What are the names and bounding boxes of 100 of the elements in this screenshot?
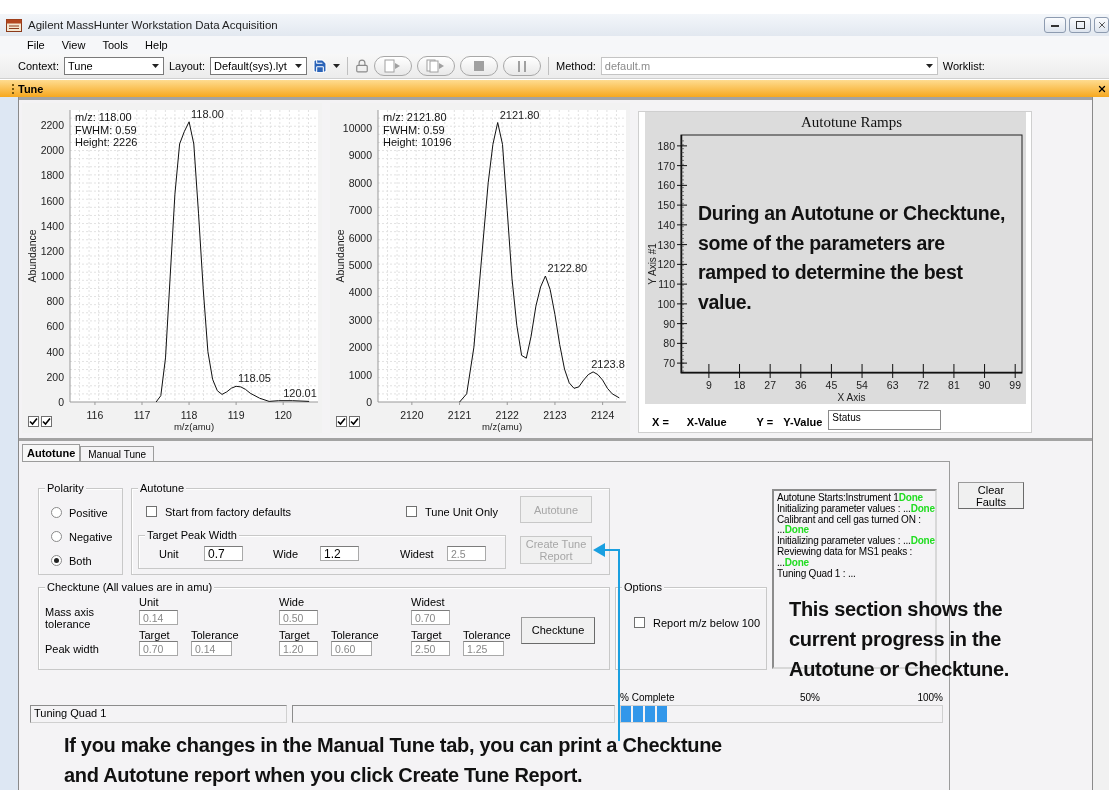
group-title: Autotune <box>138 482 187 494</box>
radio-label: Both <box>69 554 92 567</box>
save-icon[interactable] <box>312 58 329 74</box>
y-tick-label: 400 <box>46 345 64 358</box>
radio-label: Positive <box>69 506 108 519</box>
trace-checkbox[interactable] <box>349 416 360 427</box>
close-icon[interactable] <box>1097 83 1107 94</box>
peak-label: 118.00 <box>191 107 224 120</box>
y-axis-title: Abundance <box>334 229 346 283</box>
y-tick-label: 80 <box>663 337 675 350</box>
pause-icon <box>518 60 527 72</box>
y-tick-label: 5000 <box>348 259 372 271</box>
close-button[interactable] <box>1094 17 1109 33</box>
y-tick-label: 170 <box>657 159 675 172</box>
x-tick-label: 2121 <box>447 409 472 421</box>
x-tick-label: 18 <box>733 379 746 391</box>
y-tick-label: 10000 <box>342 122 372 134</box>
radio-button[interactable] <box>51 507 62 518</box>
y-tick-label: 160 <box>657 179 675 192</box>
y-tick-label: 130 <box>657 238 675 251</box>
minimize-icon <box>1051 23 1059 27</box>
progress-label: % Complete <box>620 692 676 705</box>
x-tick-label: 54 <box>856 379 868 391</box>
y-tick-label: 1000 <box>40 270 64 283</box>
column-header: Target <box>279 628 311 641</box>
column-header: Tolerance <box>191 628 239 641</box>
checkbox[interactable] <box>634 617 645 628</box>
checkbox[interactable] <box>146 506 157 517</box>
y-tick-label: 7000 <box>348 204 372 217</box>
x-tick-label: 2120 <box>400 409 424 421</box>
menu-item[interactable]: View <box>53 39 95 51</box>
callout-text: If you make changes in the Manual Tune tab, you can print a Checktune and Autotune report when you click Create Tune Report. <box>63 733 723 788</box>
trace-checkbox[interactable] <box>28 416 39 427</box>
x-axis-title: m/z(amu) <box>173 421 215 432</box>
trace-checkbox[interactable] <box>336 416 347 427</box>
caret-icon <box>295 64 303 68</box>
tab[interactable]: Autotune <box>22 444 81 461</box>
y-tick-label: 2000 <box>348 341 372 354</box>
lock-icon[interactable] <box>355 59 370 73</box>
y-tick-label: 140 <box>657 218 675 231</box>
group-title: Target Peak Width <box>145 529 239 541</box>
x-tick-label: 116 <box>86 409 104 421</box>
y-tick-label: 4000 <box>348 286 372 299</box>
menu-item[interactable]: Help <box>137 39 177 51</box>
peak-info: FWHM: 0.59 <box>75 123 137 136</box>
x-tick-label: 2123 <box>543 409 567 421</box>
row-label: Peak width <box>45 642 99 655</box>
layout-dropdown[interactable]: Default(sys).lyt <box>210 57 308 75</box>
chart-title: Autotune Ramps <box>800 114 903 130</box>
method-label: Method: <box>556 60 596 72</box>
y-tick-label: 0 <box>58 396 64 408</box>
clear-faults-button[interactable]: Clear Faults <box>958 482 1024 509</box>
y-tick-label: 100 <box>657 297 675 310</box>
y-readout-label: Y = <box>756 416 774 430</box>
checktune-button[interactable]: Checktune <box>521 616 595 644</box>
y-tick-label: 0 <box>366 396 372 408</box>
menu-item[interactable]: File <box>19 39 54 51</box>
x-axis-title: X Axis <box>837 392 866 403</box>
y-tick-label: 110 <box>658 278 675 291</box>
menu-item[interactable]: Tools <box>94 39 138 51</box>
column-header: Tolerance <box>331 628 379 641</box>
checkbox[interactable] <box>406 506 417 517</box>
peak-width-field[interactable]: 1.2 <box>320 546 359 561</box>
y-tick-label: 2200 <box>40 119 64 132</box>
layout-label: Layout: <box>168 60 206 72</box>
stop-icon <box>474 61 485 71</box>
trace-checkbox[interactable] <box>41 416 52 427</box>
y-tick-label: 1800 <box>40 169 64 182</box>
progress-end-label: 100% <box>917 692 943 705</box>
y-tick-label: 150 <box>657 199 675 212</box>
tab[interactable]: Manual Tune <box>80 446 155 461</box>
x-tick-label: 120 <box>274 409 292 421</box>
column-header: Tolerance <box>463 628 511 641</box>
y-tick-label: 200 <box>46 370 64 383</box>
y-tick-label: 1200 <box>40 244 64 257</box>
peak-info: m/z: 118.00 <box>75 111 132 123</box>
x-readout-label: X = <box>652 416 669 430</box>
radio-button[interactable] <box>51 555 62 566</box>
y-readout-value: Y-Value <box>783 416 823 430</box>
field-label: Widest <box>400 547 435 560</box>
y-tick-label: 3000 <box>348 313 372 326</box>
y-axis-title: Abundance <box>26 229 38 283</box>
radio-dot-icon <box>54 558 59 563</box>
y-tick-label: 2000 <box>40 144 64 157</box>
log-line: Calibrant and cell gas turned ON : <box>777 514 922 525</box>
minimize-button[interactable] <box>1044 17 1066 33</box>
group-title: Polarity <box>45 482 86 494</box>
restore-button[interactable] <box>1069 17 1091 33</box>
peak-info: Height: 10196 <box>383 136 452 148</box>
caret-icon <box>333 64 341 68</box>
y-axis-title: Y Axis #1 <box>647 243 658 285</box>
peak-label: 120.01 <box>283 386 317 399</box>
close-icon <box>1096 20 1107 30</box>
radio-button[interactable] <box>51 531 62 542</box>
y-tick-label: 800 <box>46 295 64 308</box>
x-tick-label: 72 <box>917 379 930 391</box>
context-dropdown[interactable]: Tune <box>63 57 164 75</box>
status-field: Status <box>828 410 942 430</box>
peak-width-field[interactable]: 0.7 <box>204 546 243 561</box>
y-tick-label: 9000 <box>348 149 372 162</box>
